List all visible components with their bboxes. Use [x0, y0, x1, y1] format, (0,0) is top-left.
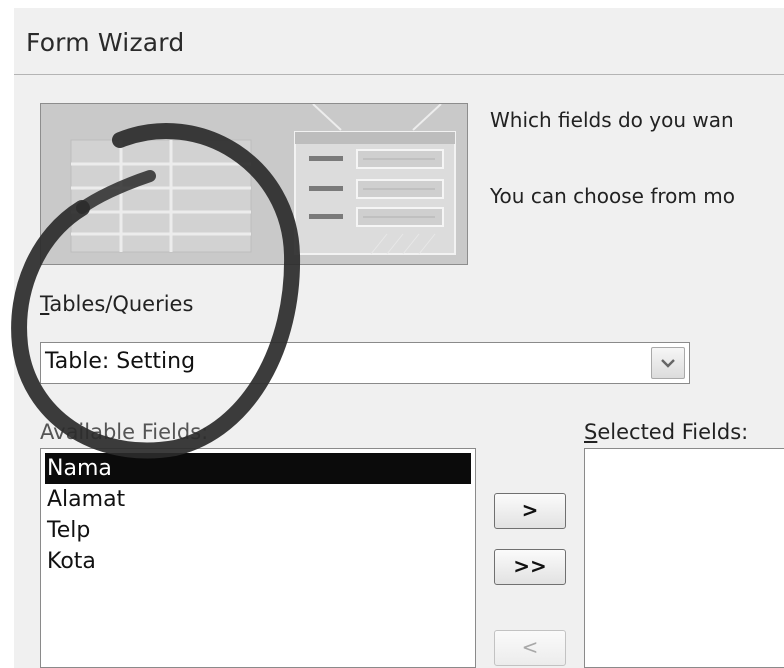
add-all-fields-button[interactable]: >>	[494, 549, 566, 585]
title-bar: Form Wizard	[14, 8, 784, 75]
selected-fields-label-accesskey: S	[584, 420, 598, 444]
selected-fields-label-rest: elected Fields:	[597, 420, 749, 444]
dialog-title: Form Wizard	[26, 28, 185, 57]
selected-fields-list[interactable]	[584, 448, 784, 668]
chevron-down-icon[interactable]	[651, 347, 685, 379]
list-item[interactable]: Nama	[45, 453, 471, 484]
remove-field-button[interactable]: <	[494, 630, 566, 666]
list-item[interactable]: Alamat	[45, 484, 471, 515]
list-item[interactable]: Telp	[45, 515, 471, 546]
instruction-text-1: Which fields do you wan	[490, 108, 734, 132]
available-fields-list[interactable]: Nama Alamat Telp Kota	[40, 448, 476, 668]
instruction-text-2: You can choose from mo	[490, 184, 735, 208]
tables-queries-selected-value: Table: Setting	[45, 349, 196, 374]
add-field-button[interactable]: >	[494, 493, 566, 529]
selected-fields-label: Selected Fields:	[584, 420, 748, 444]
available-fields-label: Available Fields:	[40, 420, 209, 444]
list-item[interactable]: Kota	[45, 546, 471, 577]
tables-queries-dropdown[interactable]: Table: Setting	[40, 342, 690, 384]
tables-queries-label-accesskey: T	[40, 292, 50, 316]
tables-queries-label-rest: ables/Queries	[49, 292, 194, 316]
tables-queries-label: Tables/Queries	[40, 292, 193, 316]
form-preview-image	[40, 103, 468, 265]
